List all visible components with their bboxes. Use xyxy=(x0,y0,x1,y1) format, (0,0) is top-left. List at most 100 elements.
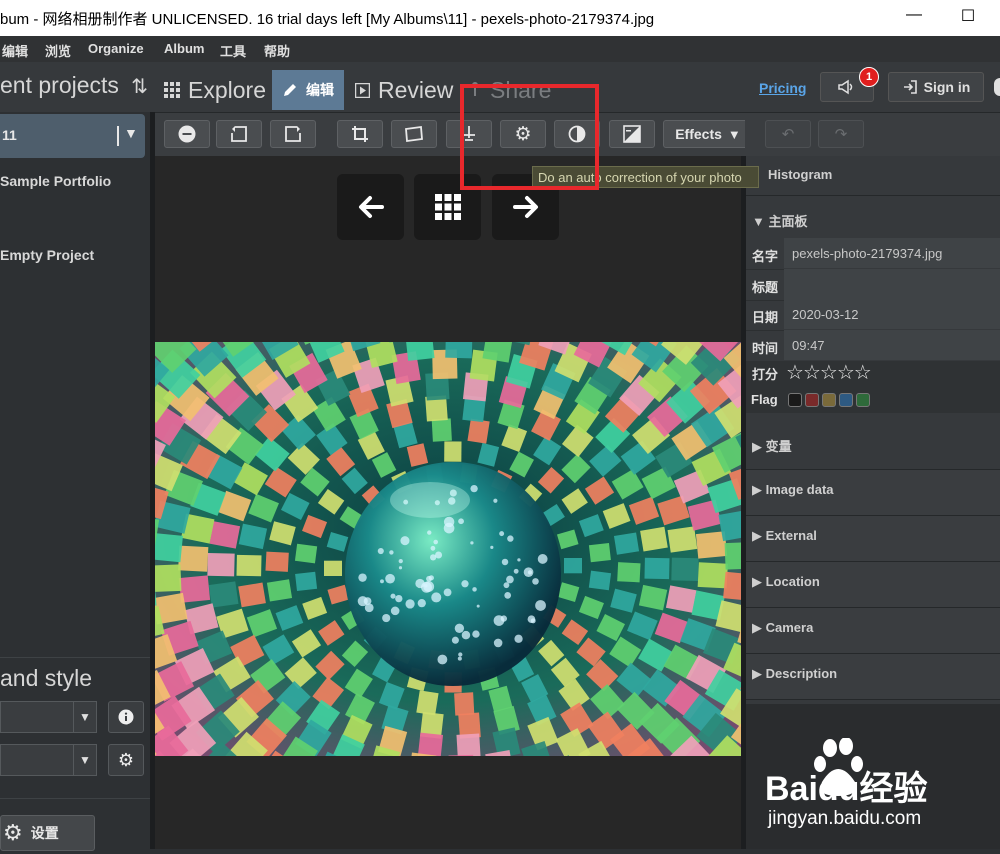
megaphone-icon xyxy=(838,79,853,95)
menu-item-organize[interactable]: Organize xyxy=(88,41,144,56)
section-2[interactable]: ▶ External xyxy=(746,516,1000,562)
field-title-input[interactable] xyxy=(784,269,1000,299)
exposure-button[interactable] xyxy=(609,120,655,148)
project-selector[interactable]: 11 ▼ xyxy=(0,114,145,158)
rotate-left-button[interactable] xyxy=(216,120,262,148)
section-label: Description xyxy=(765,666,838,681)
caret-down-icon: ▼ xyxy=(727,126,741,142)
flag-swatch[interactable] xyxy=(856,393,870,407)
edit-toolbar: ⚙ Effects ▼ xyxy=(155,113,753,156)
left-divider xyxy=(0,798,150,799)
recent-projects-header: ent projects ⇅ xyxy=(0,72,148,99)
help-icon[interactable] xyxy=(994,78,1000,96)
flag-swatch[interactable] xyxy=(805,393,819,407)
chevron-down-icon[interactable]: ▼ xyxy=(124,125,138,141)
menu-item-tools[interactable]: 工具 xyxy=(220,41,246,60)
rating-star[interactable]: ☆ xyxy=(803,362,821,384)
field-name-value: pexels-photo-2179374.jpg xyxy=(792,246,943,261)
section-4[interactable]: ▶ Camera xyxy=(746,608,1000,654)
field-name-input[interactable]: pexels-photo-2179374.jpg xyxy=(784,238,1000,268)
rating-flag-area xyxy=(746,361,1000,413)
watermark-brand: Baidu经验 xyxy=(765,769,927,808)
section-3[interactable]: ▶ Location xyxy=(746,562,1000,608)
grid-icon xyxy=(164,82,180,98)
settings-label: 设置 xyxy=(30,825,59,841)
field-date-row: 日期 2020-03-12 xyxy=(746,299,1000,331)
rotate-right-icon xyxy=(285,126,301,142)
photo-viewer xyxy=(155,156,741,849)
info-icon xyxy=(118,709,134,725)
menu-item-edit[interactable]: 编辑 xyxy=(2,41,28,60)
rotate-right-button[interactable] xyxy=(270,120,316,148)
layout-select[interactable]: ▼ xyxy=(0,701,97,733)
rating-star[interactable]: ☆ xyxy=(820,362,838,384)
histogram-section[interactable]: Histogram xyxy=(746,156,1000,196)
section-0[interactable]: ▶ 变量 xyxy=(746,424,1000,470)
title-bar: bum - 网络相册制作者 UNLICENSED. 16 trial days … xyxy=(0,0,1000,36)
field-title-label: 标题 xyxy=(752,280,779,295)
caret-right-icon: ▶ xyxy=(752,620,766,635)
rating-star[interactable]: ☆ xyxy=(786,362,804,384)
effects-button[interactable]: Effects ▼ xyxy=(663,120,753,148)
section-label: Image data xyxy=(765,482,834,497)
notifications-button[interactable]: 1 xyxy=(820,67,879,102)
settings-button[interactable]: ⚙ 设置 xyxy=(0,815,95,851)
flag-swatch[interactable] xyxy=(822,393,836,407)
project-item-empty-project[interactable]: Empty Project xyxy=(0,247,94,263)
highlight-box xyxy=(460,84,599,190)
pricing-link[interactable]: Pricing xyxy=(759,80,806,96)
notification-badge: 1 xyxy=(859,67,879,87)
info-button[interactable] xyxy=(108,701,144,733)
arrow-right-icon xyxy=(512,196,538,218)
rating-stars[interactable]: ☆☆☆☆☆ xyxy=(786,360,872,385)
rating-label: 打分 xyxy=(752,367,779,382)
rating-star[interactable]: ☆ xyxy=(854,362,872,384)
project-item-sample-portfolio[interactable]: Sample Portfolio xyxy=(0,173,111,189)
toolbar-right: ↶ ↷ xyxy=(745,113,1000,156)
straighten-button[interactable] xyxy=(391,120,437,148)
field-time-input[interactable]: 09:47 xyxy=(784,330,1000,360)
field-time-label: 时间 xyxy=(752,341,779,356)
menu-item-album[interactable]: Album xyxy=(164,41,204,56)
redo-button[interactable]: ↷ xyxy=(818,120,864,148)
style-settings-button[interactable]: ⚙ xyxy=(108,744,144,776)
field-date-input[interactable]: 2020-03-12 xyxy=(784,299,1000,329)
play-icon xyxy=(355,82,370,98)
section-5[interactable]: ▶ Description xyxy=(746,654,1000,700)
field-name-row: 名字 pexels-photo-2179374.jpg xyxy=(746,238,1000,270)
project-selected-name: 11 xyxy=(2,127,17,143)
tab-edit-label: 编辑 xyxy=(306,82,334,98)
section-1[interactable]: ▶ Image data xyxy=(746,470,1000,516)
menu-item-browse[interactable]: 浏览 xyxy=(45,41,71,60)
photo-image xyxy=(155,342,741,756)
tab-review[interactable]: Review xyxy=(355,70,453,110)
baidu-watermark: Baidu经验 jingyan.baidu.com xyxy=(760,737,1000,849)
menu-item-help[interactable]: 帮助 xyxy=(264,41,290,60)
rating-star[interactable]: ☆ xyxy=(837,362,855,384)
rotate-left-icon xyxy=(231,126,247,142)
tab-review-label: Review xyxy=(378,76,454,103)
sign-in-label: Sign in xyxy=(923,79,971,95)
arrow-left-icon xyxy=(358,196,384,218)
section-label: 变量 xyxy=(765,439,792,454)
main-panel-header[interactable]: ▼ 主面板 xyxy=(746,202,1000,234)
flag-swatch[interactable] xyxy=(839,393,853,407)
zoom-out-button[interactable] xyxy=(164,120,210,148)
flag-swatch[interactable] xyxy=(788,393,802,407)
undo-button[interactable]: ↶ xyxy=(765,120,811,148)
caret-down-icon: ▼ xyxy=(752,214,769,229)
tab-explore[interactable]: Explore xyxy=(164,70,266,110)
left-divider xyxy=(0,657,150,658)
style-select[interactable]: ▼ xyxy=(0,744,97,776)
maximize-button[interactable]: ☐ xyxy=(956,6,980,26)
crop-icon xyxy=(352,126,368,142)
sign-in-button[interactable]: Sign in xyxy=(888,72,984,102)
caret-right-icon: ▶ xyxy=(752,574,766,589)
tab-edit[interactable]: 编辑 xyxy=(272,70,344,110)
effects-label: Effects xyxy=(675,126,722,142)
caret-right-icon: ▶ xyxy=(752,528,766,543)
sort-arrows-icon[interactable]: ⇅ xyxy=(131,76,148,98)
minimize-button[interactable]: — xyxy=(902,6,926,24)
previous-photo-button[interactable] xyxy=(337,174,404,240)
crop-button[interactable] xyxy=(337,120,383,148)
